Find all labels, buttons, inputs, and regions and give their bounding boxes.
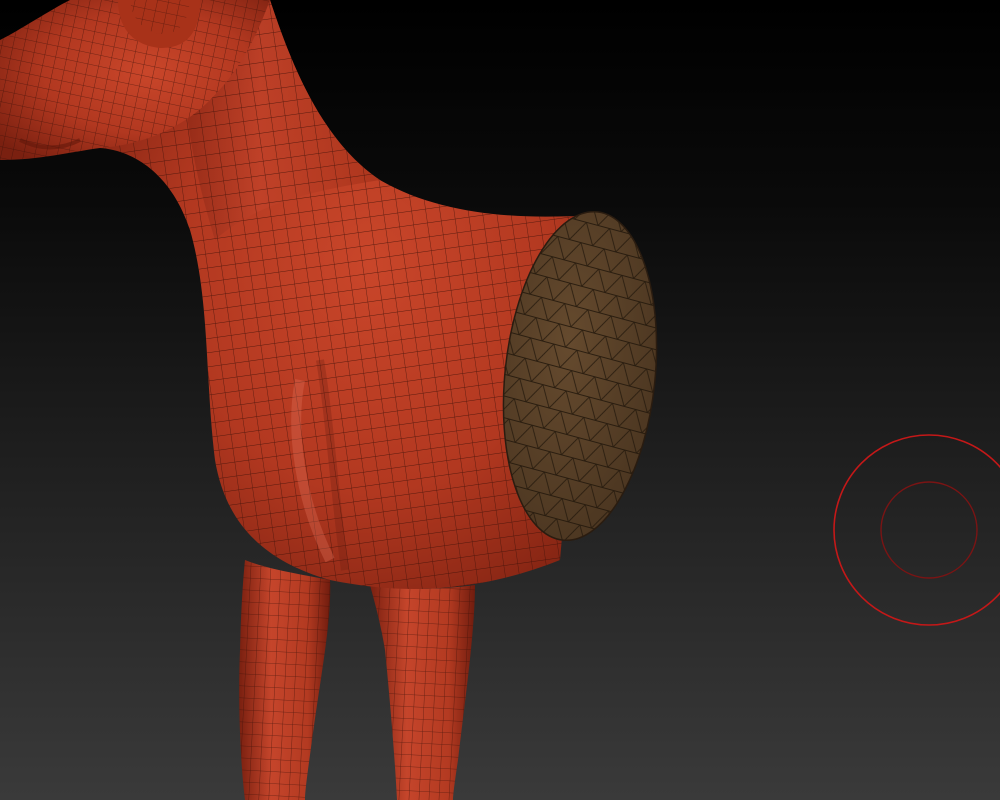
viewport-scene[interactable] [0, 0, 1000, 800]
zbrush-canvas-viewport[interactable] [0, 0, 1000, 800]
